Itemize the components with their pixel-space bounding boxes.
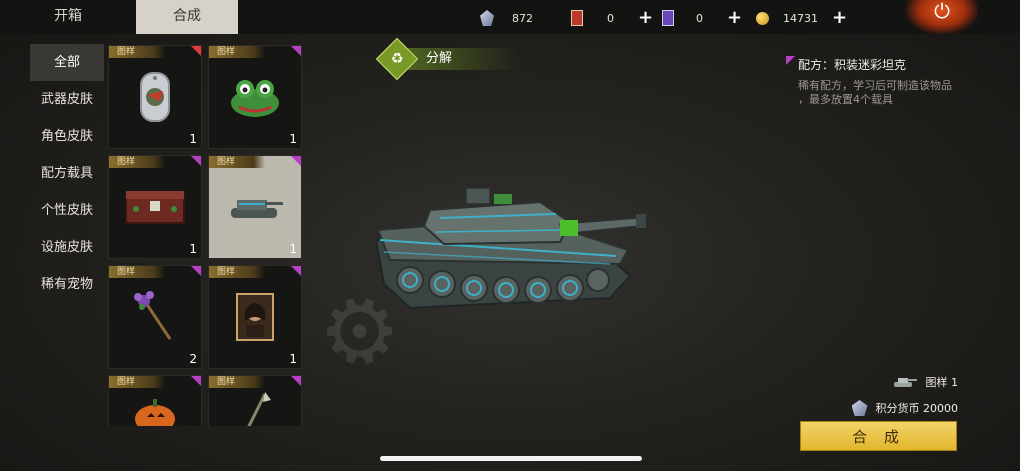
item-tag: 图样 — [209, 46, 265, 58]
tank-mini-icon — [893, 378, 917, 387]
currency-purple-card-value: 0 — [696, 11, 703, 25]
currency-gold-value: 14731 — [783, 11, 818, 25]
purple-card-icon — [662, 10, 674, 26]
recipe-info-panel: 配方：积装迷彩坦克 稀有配方，学习后可制造该物品 ，最多放置4个载具 — [786, 56, 996, 107]
rarity-corner — [191, 376, 201, 386]
grid-item[interactable]: 图样 1 — [208, 45, 302, 149]
sidebar-item-weapon-skins[interactable]: 武器皮肤 — [30, 81, 104, 118]
item-tag: 图样 — [109, 376, 165, 388]
decompose-button[interactable]: ♻ 分解 — [375, 37, 518, 81]
grid-item[interactable]: 图样 1 — [208, 265, 302, 369]
grid-item[interactable]: 图样 — [108, 375, 202, 426]
add-gold-button[interactable]: + — [832, 9, 847, 27]
rarity-corner — [291, 266, 301, 276]
sidebar-item-rare-pets[interactable]: 稀有宠物 — [30, 266, 104, 303]
currency-gold: 14731 + — [756, 8, 847, 28]
tank-preview — [370, 180, 655, 320]
sidebar-item-all[interactable]: 全部 — [30, 44, 104, 81]
grid-item-selected[interactable]: 图样 1 — [208, 155, 302, 259]
item-count: 1 — [189, 242, 197, 256]
top-bar: 开箱 合成 872 0 + 0 + 14731 + ⏻ — [0, 0, 1020, 34]
spear-icon — [209, 388, 301, 426]
item-count: 1 — [289, 242, 297, 256]
craft-button[interactable]: 合 成 — [800, 421, 957, 451]
item-count: 1 — [189, 132, 197, 146]
weapon-crate-icon — [109, 170, 201, 244]
item-tag: 图样 — [209, 266, 265, 278]
rarity-corner — [191, 46, 201, 56]
currency-diamond: 872 — [480, 8, 533, 28]
sidebar-item-facility-skins[interactable]: 设施皮肤 — [30, 229, 104, 266]
item-count: 1 — [289, 132, 297, 146]
craft-cost: 积分货币 20000 — [851, 400, 959, 416]
rarity-corner — [191, 156, 201, 166]
home-indicator[interactable] — [380, 456, 642, 461]
flower-staff-icon — [109, 280, 201, 354]
tab-craft[interactable]: 合成 — [136, 0, 238, 34]
currency-purple-card: 0 + — [662, 8, 742, 28]
power-icon: ⏻ — [934, 0, 950, 23]
item-count: 2 — [189, 352, 197, 366]
recycle-icon: ♻ — [375, 37, 419, 81]
item-count: 1 — [289, 352, 297, 366]
currency-diamond-value: 872 — [512, 11, 533, 25]
decompose-label: 分解 — [408, 48, 518, 70]
item-grid: 图样 1 图样 1 图样 1 图样 1 图样 2 图样 1 图样 图样 — [108, 45, 306, 426]
sidebar-item-recipe-vehicles[interactable]: 配方载具 — [30, 155, 104, 192]
diamond-currency-icon — [480, 10, 494, 26]
power-button[interactable]: ⏻ — [906, 0, 978, 34]
recipe-title: 配方：积装迷彩坦克 — [786, 56, 996, 73]
gold-coin-icon — [756, 11, 769, 25]
add-red-card-button[interactable]: + — [638, 9, 653, 27]
grid-item[interactable]: 图样 1 — [108, 45, 202, 149]
frog-helmet-icon — [209, 60, 301, 134]
craft-cost-text: 积分货币 20000 — [875, 402, 959, 415]
portrait-icon — [209, 280, 301, 354]
recipe-description-line2: ，最多放置4个载具 — [798, 93, 893, 106]
red-card-icon — [571, 10, 583, 26]
rarity-corner — [291, 376, 301, 386]
pumpkin-icon — [109, 388, 201, 426]
add-purple-card-button[interactable]: + — [727, 9, 742, 27]
grid-item[interactable]: 图样 2 — [108, 265, 202, 369]
rarity-corner — [191, 266, 201, 276]
recipe-description: 稀有配方，学习后可制造该物品 ，最多放置4个载具 — [786, 79, 996, 107]
rarity-corner — [291, 156, 301, 166]
sidebar-item-personal-skins[interactable]: 个性皮肤 — [30, 192, 104, 229]
item-tag: 图样 — [109, 156, 165, 168]
category-sidebar: 全部 武器皮肤 角色皮肤 配方载具 个性皮肤 设施皮肤 稀有宠物 — [30, 44, 104, 303]
item-tag: 图样 — [109, 46, 165, 58]
recipe-description-line1: 稀有配方，学习后可制造该物品 — [798, 79, 952, 92]
tab-open-box[interactable]: 开箱 — [28, 0, 108, 34]
item-tag: 图样 — [209, 376, 265, 388]
points-currency-icon — [851, 400, 868, 416]
currency-red-card: 0 + — [571, 8, 653, 28]
dog-tag-icon — [109, 60, 201, 134]
currency-red-card-value: 0 — [607, 11, 614, 25]
rarity-corner — [291, 46, 301, 56]
tank-thumb-icon — [209, 170, 301, 244]
grid-item[interactable]: 图样 1 — [108, 155, 202, 259]
blueprint-requirement-text: 图样 1 — [925, 376, 959, 389]
grid-item[interactable]: 图样 — [208, 375, 302, 426]
item-tag: 图样 — [209, 156, 265, 168]
sidebar-item-character-skins[interactable]: 角色皮肤 — [30, 118, 104, 155]
blueprint-requirement: 图样 1 — [892, 374, 959, 390]
item-tag: 图样 — [109, 266, 165, 278]
